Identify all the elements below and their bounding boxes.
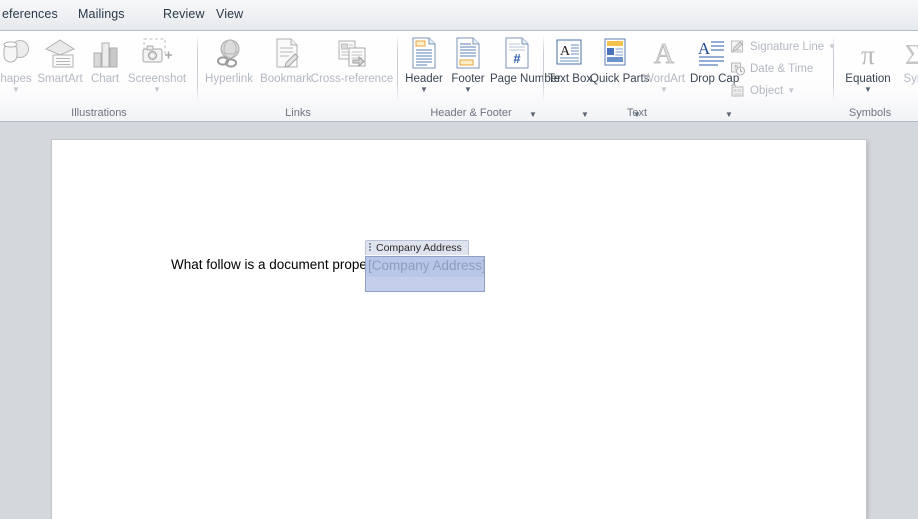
tab-references[interactable]: eferences xyxy=(2,7,58,21)
tab-review[interactable]: Review xyxy=(163,7,205,21)
hyperlink-button[interactable]: Hyperlink xyxy=(201,34,257,86)
header-icon xyxy=(402,34,446,70)
chart-button[interactable]: Chart xyxy=(86,34,124,86)
ribbon-group-symbols: π Equation ▼ Σ Sym Symbols xyxy=(834,31,918,121)
smartart-button[interactable]: SmartArt xyxy=(34,34,86,86)
object-caret-icon[interactable]: ▼ xyxy=(787,87,795,95)
screenshot-caret-icon[interactable]: ▼ xyxy=(124,85,190,94)
content-control-tag-label: Company Address xyxy=(376,241,462,254)
signature-line-icon xyxy=(730,39,746,55)
header-label: Header xyxy=(405,73,443,85)
document-body-text: What follow is a document property: xyxy=(171,257,386,272)
content-control-tag[interactable]: Company Address xyxy=(365,239,469,255)
header-button[interactable]: Header ▼ xyxy=(402,34,446,94)
cross-reference-button[interactable]: Cross-reference xyxy=(310,34,394,86)
drop-cap-label: Drop Cap xyxy=(690,73,740,85)
group-label-links: Links xyxy=(285,107,311,119)
smartart-icon xyxy=(34,34,86,70)
tab-view[interactable]: View xyxy=(216,7,243,21)
wordart-caret-icon[interactable]: ▼ xyxy=(638,85,690,94)
quick-parts-label: Quick Parts xyxy=(590,73,650,85)
content-control-placeholder: [Company Address] xyxy=(368,258,486,273)
equation-label: Equation xyxy=(845,73,891,85)
page-number-button[interactable]: # Page Number xyxy=(490,34,561,86)
object-icon xyxy=(730,83,746,99)
document-canvas: What follow is a document property: Comp… xyxy=(0,122,918,519)
signature-line-label: Signature Line xyxy=(750,41,825,53)
svg-text:A: A xyxy=(698,39,711,58)
word-window: eferences Mailings Review View hapes ▼ S… xyxy=(0,0,918,519)
wordart-button[interactable]: A WordArt ▼ xyxy=(638,34,690,94)
hyperlink-icon xyxy=(201,34,257,70)
group-label-header-footer: Header & Footer xyxy=(430,107,512,119)
group-label-illustrations: Illustrations xyxy=(71,107,127,119)
screenshot-label: Screenshot xyxy=(127,73,187,85)
drag-grip-icon[interactable] xyxy=(369,243,372,252)
text-box-button[interactable]: A Text Box xyxy=(548,34,593,86)
quick-parts-button[interactable]: Quick Parts xyxy=(590,34,650,86)
footer-button[interactable]: Footer ▼ xyxy=(446,34,490,94)
quick-parts-icon xyxy=(590,34,638,70)
page-number-label: Page Number xyxy=(490,73,561,85)
symbol-label: Sym xyxy=(903,73,918,85)
group-label-text: Text xyxy=(626,107,648,119)
svg-text:Σ: Σ xyxy=(905,40,918,70)
ribbon-group-text: A Text Box ▼ Quick Parts ▼ A WordArt ▼ A… xyxy=(544,31,836,121)
chart-label: Chart xyxy=(90,73,120,85)
object-label: Object xyxy=(750,85,784,97)
group-label-symbols: Symbols xyxy=(848,107,892,119)
content-control-company-address[interactable]: Company Address [Company Address] xyxy=(365,239,486,292)
ribbon-insert-panel: hapes ▼ SmartArt Chart Screenshot ▼ Illu… xyxy=(0,31,918,122)
page-number-icon: # xyxy=(490,34,544,70)
hyperlink-label: Hyperlink xyxy=(205,73,253,85)
ribbon-group-links: Hyperlink Bookmark Cross-reference Links xyxy=(198,31,398,121)
content-control-box[interactable]: [Company Address] xyxy=(365,256,486,292)
shapes-button[interactable]: hapes ▼ xyxy=(0,34,38,94)
svg-text:π: π xyxy=(861,40,875,70)
smartart-label: SmartArt xyxy=(37,73,83,85)
wordart-label: WordArt xyxy=(643,73,685,85)
text-box-label: Text Box xyxy=(548,73,593,85)
shapes-label: hapes xyxy=(0,73,32,85)
equation-icon: π xyxy=(838,34,898,70)
svg-text:#: # xyxy=(513,51,521,66)
header-caret-icon[interactable]: ▼ xyxy=(402,85,446,94)
drop-cap-button[interactable]: A Drop Cap xyxy=(690,34,740,86)
screenshot-button[interactable]: Screenshot ▼ xyxy=(124,34,190,94)
shapes-caret-icon[interactable]: ▼ xyxy=(0,85,38,94)
bookmark-label: Bookmark xyxy=(260,73,312,85)
chart-icon xyxy=(86,34,124,70)
ribbon-tab-strip: eferences Mailings Review View xyxy=(0,0,918,31)
symbol-icon: Σ xyxy=(898,34,918,70)
cross-reference-icon xyxy=(310,34,394,70)
svg-text:A: A xyxy=(560,44,571,59)
bookmark-icon xyxy=(257,34,315,70)
symbol-button[interactable]: Σ Sym xyxy=(898,34,918,86)
svg-text:A: A xyxy=(654,39,675,70)
equation-caret-icon[interactable]: ▼ xyxy=(838,85,898,94)
signature-line-button[interactable]: Signature Line ▼ xyxy=(730,39,836,55)
ribbon-group-header-footer: Header ▼ Footer ▼ # Page Number ▼ Header… xyxy=(398,31,561,121)
screenshot-icon xyxy=(124,34,190,70)
drop-cap-icon: A xyxy=(690,34,734,70)
date-time-label: Date & Time xyxy=(750,63,814,75)
footer-label: Footer xyxy=(451,73,485,85)
footer-caret-icon[interactable]: ▼ xyxy=(446,85,490,94)
bookmark-button[interactable]: Bookmark xyxy=(257,34,315,86)
date-time-icon: 5 xyxy=(730,61,746,77)
shapes-icon xyxy=(0,34,38,70)
cross-reference-label: Cross-reference xyxy=(310,73,394,85)
text-box-icon: A xyxy=(548,34,590,70)
tab-mailings[interactable]: Mailings xyxy=(78,7,125,21)
document-page[interactable]: What follow is a document property: Comp… xyxy=(52,140,866,519)
date-time-button[interactable]: 5 Date & Time xyxy=(730,61,813,77)
equation-button[interactable]: π Equation ▼ xyxy=(838,34,898,94)
ribbon-group-illustrations: hapes ▼ SmartArt Chart Screenshot ▼ Illu… xyxy=(0,31,198,121)
wordart-icon: A xyxy=(638,34,690,70)
object-button[interactable]: Object ▼ xyxy=(730,83,795,99)
footer-icon xyxy=(446,34,490,70)
